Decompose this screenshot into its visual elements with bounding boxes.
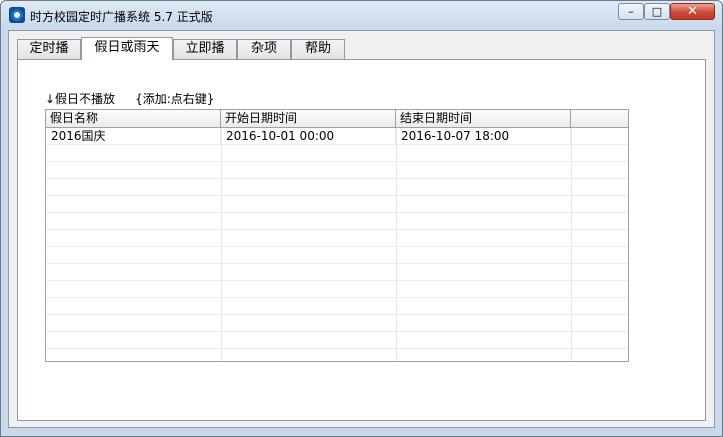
app-window: 时方校园定时广播系统 5.7 正式版 – □ ✕ 定时播 假日或雨天 立即播 杂… — [0, 0, 723, 437]
extra-cell — [571, 128, 628, 144]
no-play-label: ↓假日不播放 — [45, 92, 116, 106]
column-header-name[interactable]: 假日名称 — [46, 110, 221, 127]
empty-row[interactable] — [46, 213, 628, 230]
maximize-icon: □ — [651, 5, 663, 18]
client-area: 定时播 假日或雨天 立即播 杂项 帮助 ↓假日不播放 {添加:点右键} 假日名称 … — [8, 30, 715, 428]
empty-row[interactable] — [46, 230, 628, 247]
window-title: 时方校园定时广播系统 5.7 正式版 — [30, 10, 213, 24]
title-bar[interactable]: 时方校园定时广播系统 5.7 正式版 – □ ✕ — [1, 1, 722, 29]
empty-row[interactable] — [46, 247, 628, 264]
column-header-extra[interactable] — [571, 110, 628, 127]
tab-play-now[interactable]: 立即播 — [173, 39, 237, 59]
holiday-name-cell: 2016国庆 — [46, 128, 221, 144]
empty-row[interactable] — [46, 332, 628, 349]
empty-row[interactable] — [46, 349, 628, 361]
holiday-table[interactable]: 假日名称 开始日期时间 结束日期时间 2016国庆 2016-10-01 00:… — [45, 109, 629, 362]
start-datetime-cell: 2016-10-01 00:00 — [221, 128, 396, 144]
tab-holiday-rain[interactable]: 假日或雨天 — [81, 37, 173, 60]
empty-row[interactable] — [46, 264, 628, 281]
empty-row[interactable] — [46, 179, 628, 196]
minimize-button[interactable]: – — [618, 3, 644, 20]
tab-misc[interactable]: 杂项 — [237, 39, 291, 59]
maximize-button[interactable]: □ — [644, 3, 670, 20]
tab-scheduled[interactable]: 定时播 — [17, 39, 81, 59]
app-logo-icon — [9, 7, 25, 23]
column-header-start[interactable]: 开始日期时间 — [221, 110, 396, 127]
table-header: 假日名称 开始日期时间 结束日期时间 — [46, 110, 628, 128]
empty-row[interactable] — [46, 298, 628, 315]
table-row[interactable]: 2016国庆 2016-10-01 00:00 2016-10-07 18:00 — [46, 128, 628, 145]
end-datetime-cell: 2016-10-07 18:00 — [396, 128, 571, 144]
column-header-end[interactable]: 结束日期时间 — [396, 110, 571, 127]
empty-row[interactable] — [46, 315, 628, 332]
add-hint-label: {添加:点右键} — [135, 92, 215, 106]
table-body: 2016国庆 2016-10-01 00:00 2016-10-07 18:00 — [46, 128, 628, 361]
minimize-icon: – — [628, 5, 634, 18]
empty-row[interactable] — [46, 162, 628, 179]
close-icon: ✕ — [687, 4, 698, 19]
hint-row: ↓假日不播放 {添加:点右键} — [45, 90, 214, 107]
close-button[interactable]: ✕ — [670, 3, 715, 20]
tab-help[interactable]: 帮助 — [291, 39, 345, 59]
empty-row[interactable] — [46, 281, 628, 298]
empty-row[interactable] — [46, 145, 628, 162]
empty-row[interactable] — [46, 196, 628, 213]
